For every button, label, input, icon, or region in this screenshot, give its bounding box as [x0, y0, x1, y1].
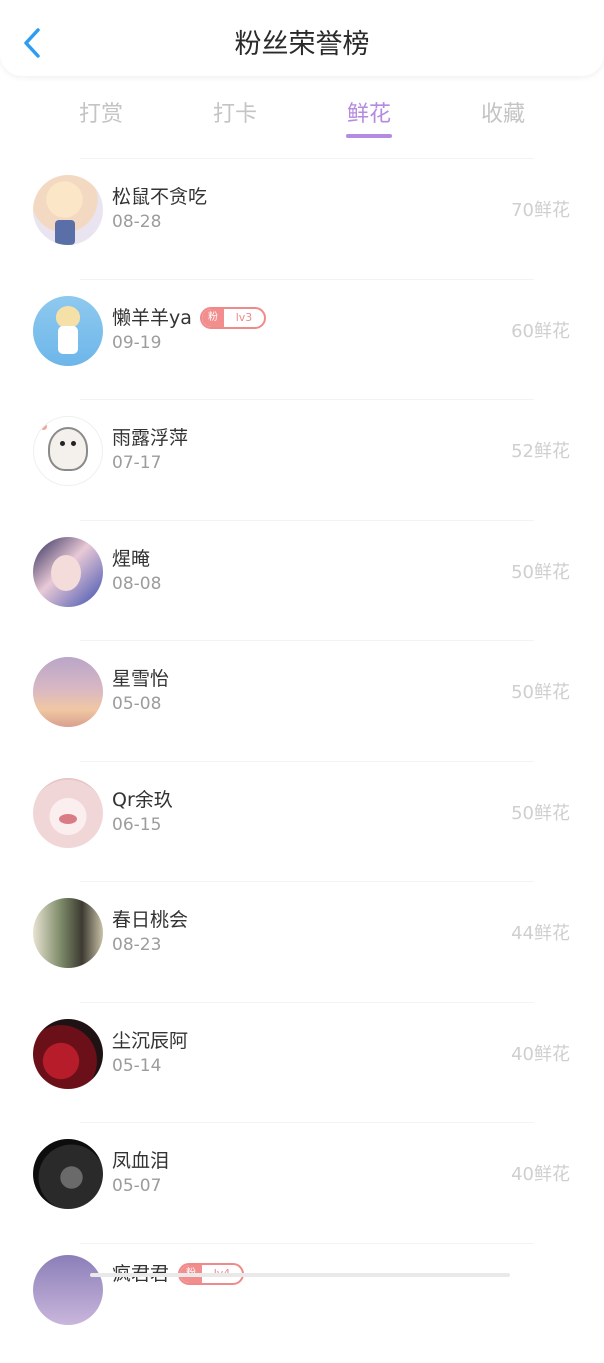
fan-name: 煋晻	[112, 544, 150, 571]
avatar[interactable]	[33, 1139, 103, 1209]
badge-prefix: 粉	[202, 309, 224, 327]
tab-checkin[interactable]: 打卡	[175, 96, 295, 128]
avatar[interactable]	[33, 1019, 103, 1089]
fan-row[interactable]: 懒羊羊ya 粉 lv3 09-19 60鲜花	[0, 279, 604, 400]
fan-date: 07-17	[112, 453, 161, 473]
top-bar: 粉丝荣誉榜	[0, 0, 604, 76]
fan-name: 雨露浮萍	[112, 423, 188, 450]
flower-amount: 70鲜花	[511, 196, 570, 222]
flower-amount: 52鲜花	[511, 437, 570, 463]
fan-name: Qr余玖	[112, 785, 173, 812]
tab-favorites[interactable]: 收藏	[443, 96, 563, 128]
flower-amount: 40鲜花	[511, 1040, 570, 1066]
fan-date: 08-28	[112, 212, 161, 232]
fan-row[interactable]: 煋晻 08-08 50鲜花	[0, 520, 604, 641]
fan-row[interactable]: 春日桃会 08-23 44鲜花	[0, 881, 604, 1002]
row-divider	[80, 1243, 534, 1244]
fan-date: 05-14	[112, 1056, 161, 1076]
badge-level: lv3	[228, 309, 260, 327]
row-divider	[80, 158, 534, 159]
fan-row[interactable]: 雨露浮萍 07-17 52鲜花	[0, 399, 604, 520]
tab-flowers[interactable]: 鲜花	[309, 96, 429, 128]
row-divider	[80, 761, 534, 762]
row-divider	[80, 1122, 534, 1123]
fan-date: 09-19	[112, 333, 161, 353]
avatar[interactable]	[33, 537, 103, 607]
flower-amount: 60鲜花	[511, 317, 570, 343]
flower-amount: 40鲜花	[511, 1160, 570, 1186]
flower-amount: 50鲜花	[511, 678, 570, 704]
fan-name: 尘沉辰阿	[112, 1026, 188, 1053]
fan-date: 05-07	[112, 1176, 161, 1196]
active-tab-indicator	[346, 134, 392, 138]
fan-row[interactable]: 疯君君 粉 lv4	[0, 1243, 604, 1363]
row-divider	[80, 1002, 534, 1003]
avatar[interactable]	[33, 416, 103, 486]
page-title: 粉丝荣誉榜	[0, 22, 604, 61]
tab-bar: 打赏 打卡 鲜花 收藏	[0, 86, 604, 146]
row-divider	[80, 640, 534, 641]
fan-date: 08-08	[112, 574, 161, 594]
tab-reward[interactable]: 打赏	[41, 96, 161, 128]
fan-name: 春日桃会	[112, 905, 188, 932]
avatar[interactable]	[33, 778, 103, 848]
fan-date: 06-15	[112, 815, 161, 835]
fan-ranking-list: 松鼠不贪吃 08-28 70鲜花 懒羊羊ya 粉 lv3 09-19 60鲜花 …	[0, 158, 604, 1363]
flower-amount: 50鲜花	[511, 799, 570, 825]
row-divider	[80, 881, 534, 882]
horizontal-scroll-indicator[interactable]	[90, 1273, 510, 1277]
avatar[interactable]	[33, 175, 103, 245]
flower-amount: 44鲜花	[511, 919, 570, 945]
row-divider	[80, 279, 534, 280]
row-divider	[80, 399, 534, 400]
fan-name: 疯君君	[112, 1259, 169, 1286]
fan-name: 松鼠不贪吃	[112, 182, 207, 209]
avatar[interactable]	[33, 657, 103, 727]
avatar[interactable]	[33, 1255, 103, 1325]
fan-name: 星雪怡	[112, 664, 169, 691]
fan-row[interactable]: 尘沉辰阿 05-14 40鲜花	[0, 1002, 604, 1123]
flower-amount: 50鲜花	[511, 558, 570, 584]
fan-name: 懒羊羊ya	[112, 303, 192, 330]
avatar[interactable]	[33, 898, 103, 968]
row-divider	[80, 520, 534, 521]
fan-row[interactable]: Qr余玖 06-15 50鲜花	[0, 761, 604, 882]
fan-name: 凤血泪	[112, 1146, 169, 1173]
fan-row[interactable]: 星雪怡 05-08 50鲜花	[0, 640, 604, 761]
fan-date: 05-08	[112, 694, 161, 714]
fan-row[interactable]: 松鼠不贪吃 08-28 70鲜花	[0, 158, 604, 279]
fan-row[interactable]: 凤血泪 05-07 40鲜花	[0, 1122, 604, 1243]
fan-level-badge: 粉 lv3	[200, 307, 266, 329]
fan-date: 08-23	[112, 935, 161, 955]
avatar[interactable]	[33, 296, 103, 366]
